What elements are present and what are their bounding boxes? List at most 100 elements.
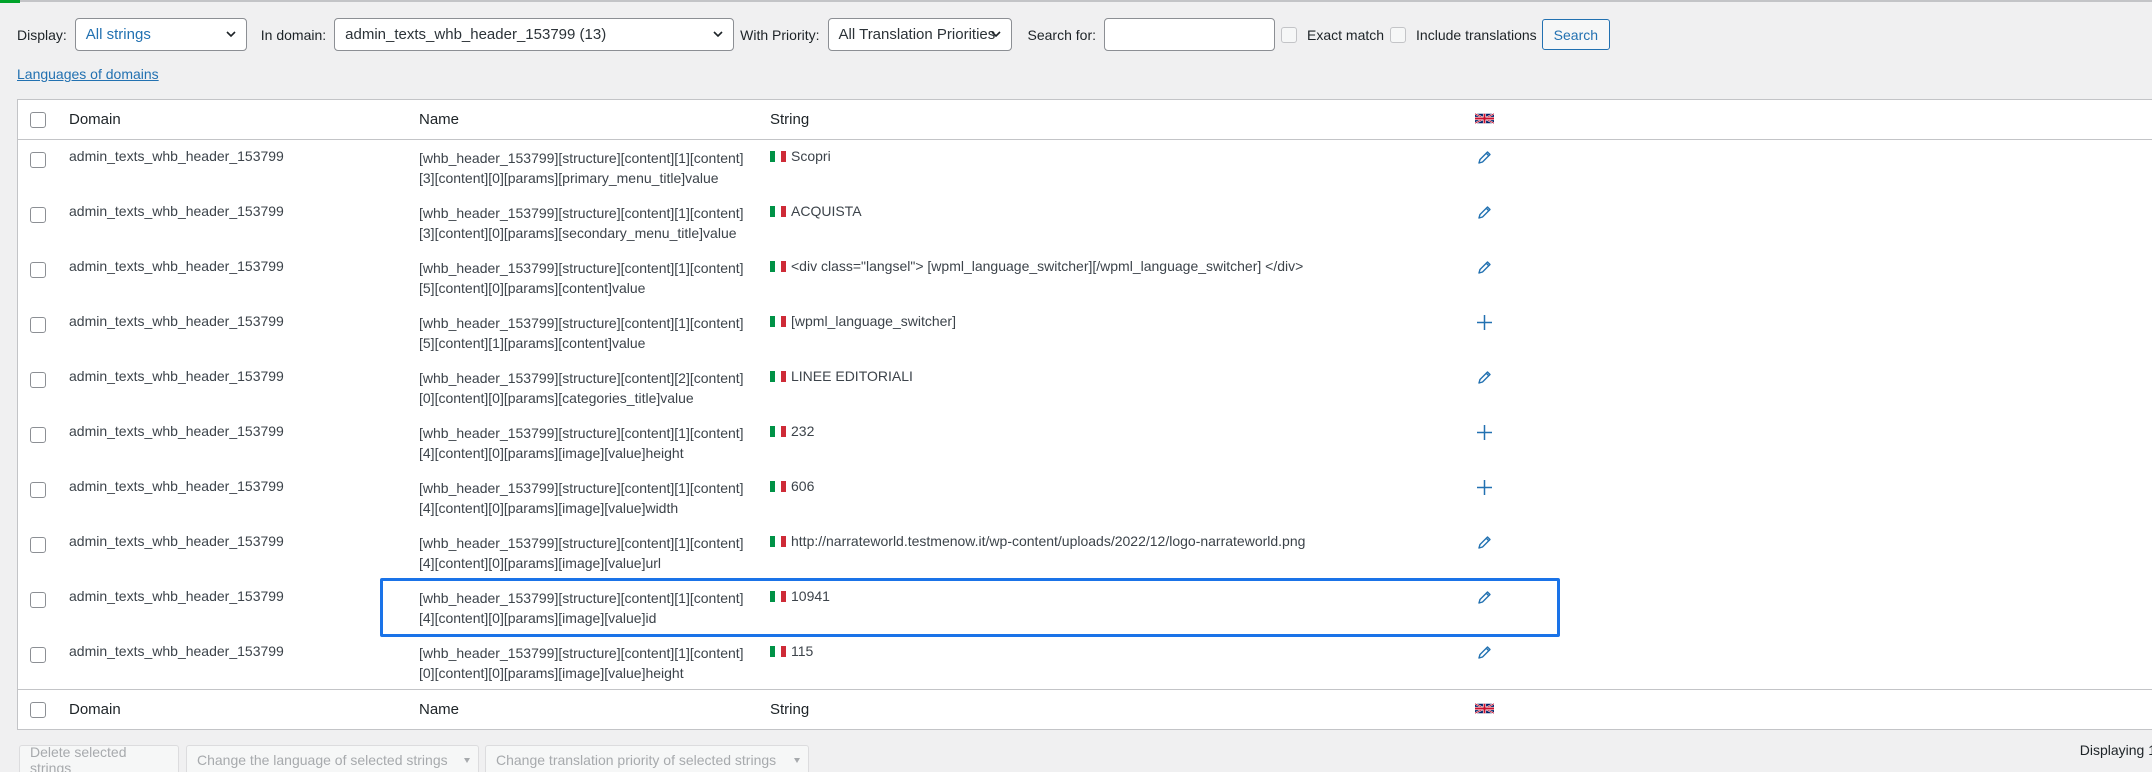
column-string[interactable]: String xyxy=(770,111,809,128)
row-string-text: LINEE EDITORIALI xyxy=(791,368,913,384)
row-name: [whb_header_153799][structure][content][… xyxy=(419,478,759,518)
row-string: <div class="langsel"> [wpml_language_swi… xyxy=(770,258,1303,274)
row-checkbox[interactable] xyxy=(30,537,46,553)
table-row: admin_texts_whb_header_153799 [whb_header… xyxy=(18,250,2152,305)
row-string-text: 606 xyxy=(791,478,815,494)
domain-label: In domain: xyxy=(260,26,327,43)
change-priority-select[interactable]: Change translation priority of selected … xyxy=(485,745,809,772)
add-translation-icon[interactable] xyxy=(1476,424,1493,441)
add-translation-icon[interactable] xyxy=(1476,479,1493,496)
priority-select[interactable]: All Translation Priorities xyxy=(827,18,1012,51)
edit-translation-icon[interactable] xyxy=(1476,259,1493,276)
add-translation-icon[interactable] xyxy=(1476,314,1493,331)
row-string: Scopri xyxy=(770,148,831,164)
row-checkbox[interactable] xyxy=(30,207,46,223)
uk-flag-icon xyxy=(1475,702,1494,715)
edit-translation-icon[interactable] xyxy=(1476,644,1493,661)
edit-translation-icon[interactable] xyxy=(1476,534,1493,551)
domain-select[interactable]: admin_texts_whb_header_153799 (13) xyxy=(334,18,735,51)
exact-match-checkbox[interactable] xyxy=(1281,26,1297,43)
table-header: Domain Name String xyxy=(18,100,2152,140)
row-name: [whb_header_153799][structure][content][… xyxy=(419,203,759,243)
row-name: [whb_header_153799][structure][content][… xyxy=(419,368,759,408)
table-row: admin_texts_whb_header_153799 [whb_header… xyxy=(18,140,2152,195)
chevron-down-icon xyxy=(226,31,236,38)
row-domain: admin_texts_whb_header_153799 xyxy=(69,533,284,549)
domain-select-value: admin_texts_whb_header_153799 (13) xyxy=(345,26,607,43)
column-name[interactable]: Name xyxy=(419,111,459,128)
row-checkbox[interactable] xyxy=(30,482,46,498)
change-priority-label: Change translation priority of selected … xyxy=(496,752,777,768)
column-domain-footer[interactable]: Domain xyxy=(69,701,121,718)
display-select-value: All strings xyxy=(85,26,151,43)
row-domain: admin_texts_whb_header_153799 xyxy=(69,148,284,164)
priority-label: With Priority: xyxy=(740,26,820,43)
change-language-select[interactable]: Change the language of selected strings xyxy=(186,745,479,772)
row-name: [whb_header_153799][structure][content][… xyxy=(419,258,759,298)
table-row: admin_texts_whb_header_153799 [whb_header… xyxy=(18,305,2152,360)
uk-flag-icon xyxy=(1475,112,1494,125)
edit-translation-icon[interactable] xyxy=(1476,204,1493,221)
row-string: 115 xyxy=(770,643,813,659)
dropdown-arrow-icon xyxy=(794,758,800,763)
italy-flag-icon xyxy=(770,150,786,162)
table-row: admin_texts_whb_header_153799 [whb_header… xyxy=(18,195,2152,250)
table-row: admin_texts_whb_header_153799 [whb_header… xyxy=(18,525,2152,580)
row-name-line2: [4][content][0][params][image][value]url xyxy=(419,555,662,571)
row-name-line1: [whb_header_153799][structure][content][… xyxy=(419,425,744,441)
row-domain: admin_texts_whb_header_153799 xyxy=(69,368,284,384)
row-name-line1: [whb_header_153799][structure][content][… xyxy=(419,535,744,551)
select-all-checkbox-footer[interactable] xyxy=(30,702,46,718)
row-string: 606 xyxy=(770,478,814,494)
row-domain: admin_texts_whb_header_153799 xyxy=(69,258,284,274)
row-name-line2: [5][content][0][params][content]value xyxy=(419,280,646,296)
row-string: [wpml_language_switcher] xyxy=(770,313,956,329)
languages-of-domains-link[interactable]: Languages of domains xyxy=(17,66,159,82)
delete-selected-label: Delete selected strings xyxy=(30,744,127,772)
row-name-line1: [whb_header_153799][structure][content][… xyxy=(419,370,744,386)
row-string-text: Scopri xyxy=(791,148,831,164)
row-name: [whb_header_153799][structure][content][… xyxy=(419,148,759,188)
row-checkbox[interactable] xyxy=(30,372,46,388)
row-checkbox[interactable] xyxy=(30,317,46,333)
row-name: [whb_header_153799][structure][content][… xyxy=(419,533,759,573)
row-domain: admin_texts_whb_header_153799 xyxy=(69,423,284,439)
row-name-line2: [0][content][0][params][image][value]hei… xyxy=(419,665,684,681)
row-checkbox[interactable] xyxy=(30,647,46,663)
row-checkbox[interactable] xyxy=(30,262,46,278)
filter-bar: Display: All strings In domain: admin_te… xyxy=(17,18,1611,51)
include-translations-checkbox[interactable] xyxy=(1390,26,1407,43)
search-input[interactable] xyxy=(1104,18,1275,51)
row-string: 232 xyxy=(770,423,814,439)
row-string: LINEE EDITORIALI xyxy=(770,368,913,384)
priority-select-value: All Translation Priorities xyxy=(838,26,996,43)
edit-translation-icon[interactable] xyxy=(1476,149,1493,166)
search-button[interactable]: Search xyxy=(1541,19,1611,50)
column-name-footer[interactable]: Name xyxy=(419,701,459,718)
row-name: [whb_header_153799][structure][content][… xyxy=(419,423,759,463)
row-name-line2: [3][content][0][params][primary_menu_tit… xyxy=(419,170,719,186)
italy-flag-icon xyxy=(770,205,786,217)
top-border xyxy=(0,0,2152,3)
display-select[interactable]: All strings xyxy=(74,18,247,51)
row-name-line1: [whb_header_153799][structure][content][… xyxy=(419,150,744,166)
chevron-down-icon xyxy=(713,31,723,38)
row-domain: admin_texts_whb_header_153799 xyxy=(69,478,284,494)
italy-flag-icon xyxy=(770,315,786,327)
italy-flag-icon xyxy=(770,480,786,492)
dropdown-arrow-icon xyxy=(464,758,470,763)
select-all-checkbox[interactable] xyxy=(30,112,46,128)
row-checkbox[interactable] xyxy=(30,427,46,443)
row-checkbox[interactable] xyxy=(30,152,46,168)
delete-selected-button[interactable]: Delete selected strings xyxy=(19,744,179,772)
row-checkbox[interactable] xyxy=(30,592,46,608)
row-string-text: http://narrateworld.testmenow.it/wp-cont… xyxy=(791,533,1306,549)
row-domain: admin_texts_whb_header_153799 xyxy=(69,588,284,604)
table-row: admin_texts_whb_header_153799 [whb_header… xyxy=(18,415,2152,470)
edit-translation-icon[interactable] xyxy=(1476,369,1493,386)
row-name-line2: [4][content][0][params][image][value]wid… xyxy=(419,500,679,516)
column-domain[interactable]: Domain xyxy=(69,111,121,128)
row-name-line1: [whb_header_153799][structure][content][… xyxy=(419,315,744,331)
column-string-footer[interactable]: String xyxy=(770,701,809,718)
italy-flag-icon xyxy=(770,260,786,272)
